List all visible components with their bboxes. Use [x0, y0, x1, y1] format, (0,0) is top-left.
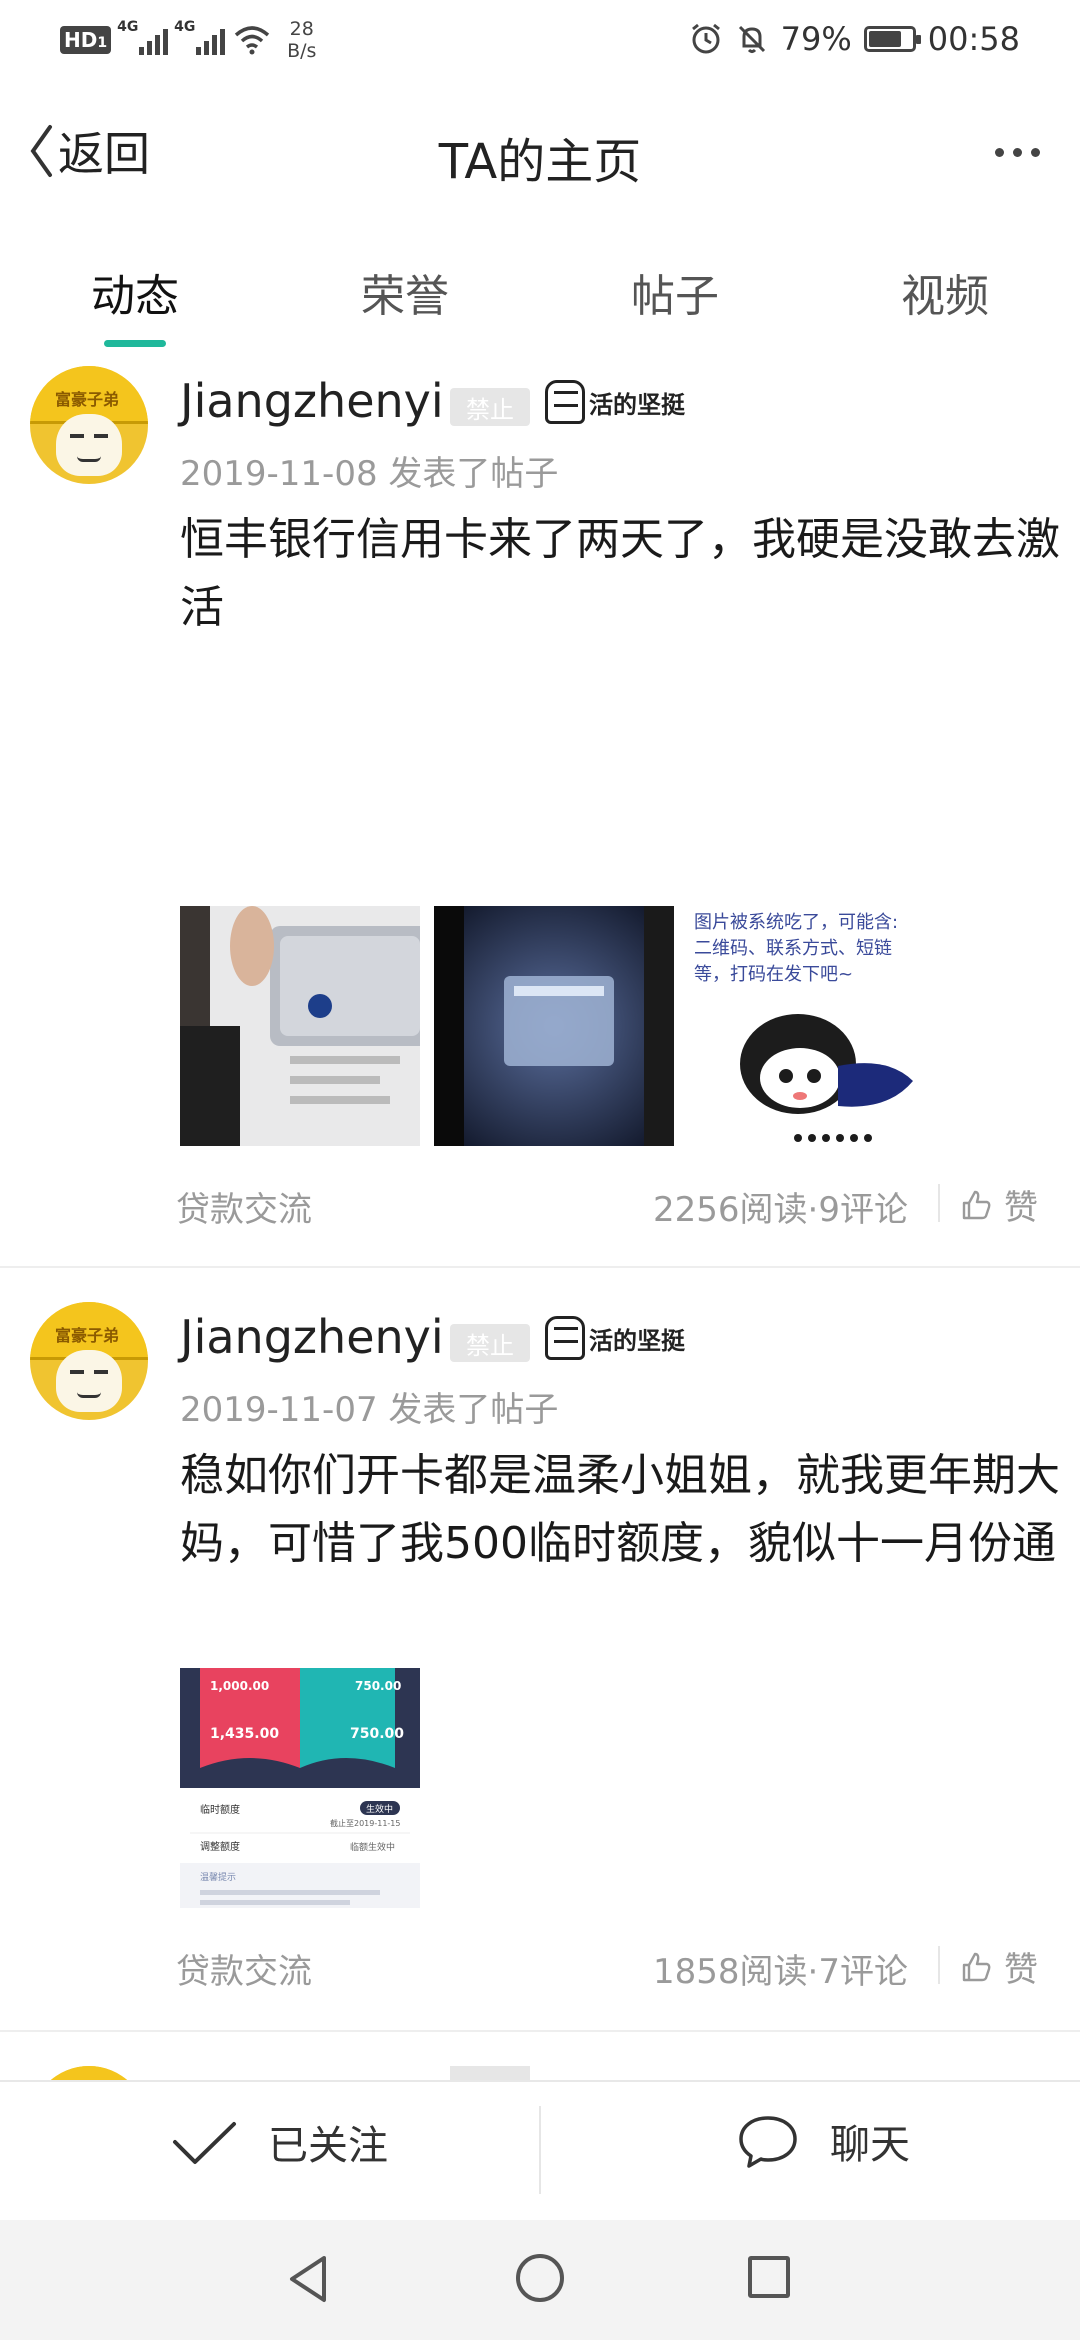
- svg-text:图片被系统吃了，可能含:: 图片被系统吃了，可能含:: [694, 912, 898, 933]
- hd-badge: HD1: [60, 26, 112, 54]
- system-navigation-bar: [0, 2220, 1080, 2340]
- svg-text:温馨提示: 温馨提示: [200, 1871, 236, 1883]
- mute-bell-icon: [738, 25, 765, 53]
- post-footer: 贷款交流 1858阅读·7评论 赞: [0, 1936, 1080, 1996]
- wifi-icon: [234, 26, 270, 55]
- status-badge: 禁止: [450, 1324, 530, 1362]
- divider: [938, 1184, 940, 1222]
- clock: 00:58: [927, 20, 1020, 58]
- fist-icon: [545, 1316, 585, 1360]
- feed-post[interactable]: 富豪子弟 Jiangzhenyi 禁止 活的坚挺 2019-11-07 发表了帖…: [0, 1302, 1080, 2042]
- status-badge: [450, 2066, 530, 2080]
- post-stats: 2256阅读·9评论: [653, 1190, 908, 1230]
- svg-text:750.00: 750.00: [355, 1679, 401, 1693]
- chevron-left-icon: [30, 125, 52, 177]
- status-badge: 禁止: [450, 388, 530, 426]
- tab-videos[interactable]: 视频: [845, 260, 1045, 324]
- divider: [539, 2106, 541, 2194]
- status-right: 79% 00:58: [689, 20, 1020, 58]
- post-footer: 贷款交流 2256阅读·9评论 赞: [0, 1174, 1080, 1234]
- svg-text:临时额度: 临时额度: [200, 1803, 240, 1816]
- follow-button[interactable]: 已关注: [170, 2112, 388, 2172]
- svg-text:调整额度: 调整额度: [200, 1840, 240, 1853]
- medal-badge: 活的坚挺: [545, 1316, 685, 1360]
- post-divider: [0, 2030, 1080, 2032]
- post-text[interactable]: 稳如你们开卡都是温柔小姐姐，就我更年期大妈，可惜了我500临时额度，貌似十一月份…: [180, 1442, 1060, 1578]
- signal-icon: 4G: [117, 19, 169, 55]
- chat-label: 聊天: [830, 2122, 910, 2168]
- post-image[interactable]: [180, 906, 420, 1146]
- avatar[interactable]: 富豪子弟: [30, 1302, 148, 1420]
- more-options-button[interactable]: [982, 122, 1052, 182]
- thumbs-up-icon: [962, 1952, 991, 1981]
- post-meta: 2019-11-07 发表了帖子: [180, 1390, 559, 1430]
- svg-text:等，打码在发下吧~: 等，打码在发下吧~: [694, 964, 853, 985]
- chat-button[interactable]: 聊天: [736, 2112, 910, 2170]
- category-tag[interactable]: 贷款交流: [176, 1944, 312, 1993]
- svg-text:750.00: 750.00: [350, 1726, 404, 1742]
- post-image[interactable]: 1,000.00 1,435.00 750.00 750.00 临时额度 生效中…: [180, 1668, 420, 1908]
- signal-icon: 4G: [174, 19, 226, 55]
- back-label: 返回: [58, 127, 150, 181]
- nav-back-icon[interactable]: [286, 2254, 330, 2304]
- post-image[interactable]: [434, 906, 674, 1146]
- chat-bubble-icon: [739, 2116, 797, 2168]
- post-divider: [0, 1266, 1080, 1268]
- image-removed-notice[interactable]: 图片被系统吃了，可能含: 二维码、联系方式、短链 等，打码在发下吧~: [688, 906, 928, 1146]
- battery-percent: 79%: [780, 20, 852, 58]
- post-meta: 2019-11-08 发表了帖子: [180, 454, 559, 494]
- tab-indicator: [104, 340, 166, 347]
- nav-home-icon[interactable]: [516, 2254, 564, 2302]
- username[interactable]: Jiangzhenyi: [180, 1310, 444, 1364]
- svg-text:临额生效中: 临额生效中: [350, 1841, 395, 1853]
- tab-posts[interactable]: 帖子: [575, 260, 775, 324]
- post-stats: 1858阅读·7评论: [653, 1952, 908, 1992]
- status-bar: HD1 4G 4G 28 B/s 79% 00:58: [0, 0, 1080, 80]
- page-title: TA的主页: [438, 134, 642, 190]
- profile-tabs: 动态 荣誉 帖子 视频: [0, 240, 1080, 350]
- network-speed: 28 B/s: [287, 18, 317, 62]
- svg-text:截止至2019-11-15: 截止至2019-11-15: [330, 1818, 401, 1828]
- svg-text:1,435.00: 1,435.00: [210, 1726, 279, 1742]
- feed-post[interactable]: 富豪子弟 Jiangzhenyi 禁止 活的坚挺 2019-11-08 发表了帖…: [0, 366, 1080, 1266]
- category-tag[interactable]: 贷款交流: [176, 1182, 312, 1231]
- medal-badge: 活的坚挺: [545, 380, 685, 424]
- status-left: HD1 4G 4G 28 B/s: [60, 18, 316, 62]
- thumbs-up-icon: [962, 1190, 991, 1219]
- svg-text:生效中: 生效中: [366, 1803, 393, 1815]
- tab-activity[interactable]: 动态: [35, 260, 235, 324]
- follow-label: 已关注: [268, 2123, 388, 2169]
- username[interactable]: Jiangzhenyi: [180, 374, 444, 428]
- title-bar: 返回 TA的主页: [0, 100, 1080, 210]
- svg-text:二维码、联系方式、短链: 二维码、联系方式、短链: [694, 938, 892, 959]
- like-button[interactable]: 赞: [960, 1180, 1038, 1229]
- checkmark-icon: [173, 2122, 236, 2164]
- back-button[interactable]: 返回: [28, 118, 150, 184]
- fist-icon: [545, 380, 585, 424]
- avatar[interactable]: 富豪子弟: [30, 366, 148, 484]
- nav-recent-apps-icon[interactable]: [748, 2256, 790, 2298]
- divider: [938, 1946, 940, 1984]
- like-button[interactable]: 赞: [960, 1942, 1038, 1991]
- feed-post-partial: [0, 2066, 1080, 2080]
- tab-honors[interactable]: 荣誉: [305, 260, 505, 324]
- alarm-icon: [691, 23, 720, 54]
- battery-icon: [863, 26, 921, 52]
- svg-text:1,000.00: 1,000.00: [210, 1679, 269, 1693]
- bottom-action-bar: 已关注 聊天: [0, 2080, 1080, 2220]
- avatar: [30, 2066, 148, 2080]
- more-dots-icon: [994, 147, 1004, 157]
- post-text[interactable]: 恒丰银行信用卡来了两天了，我硬是没敢去激活: [180, 506, 1060, 642]
